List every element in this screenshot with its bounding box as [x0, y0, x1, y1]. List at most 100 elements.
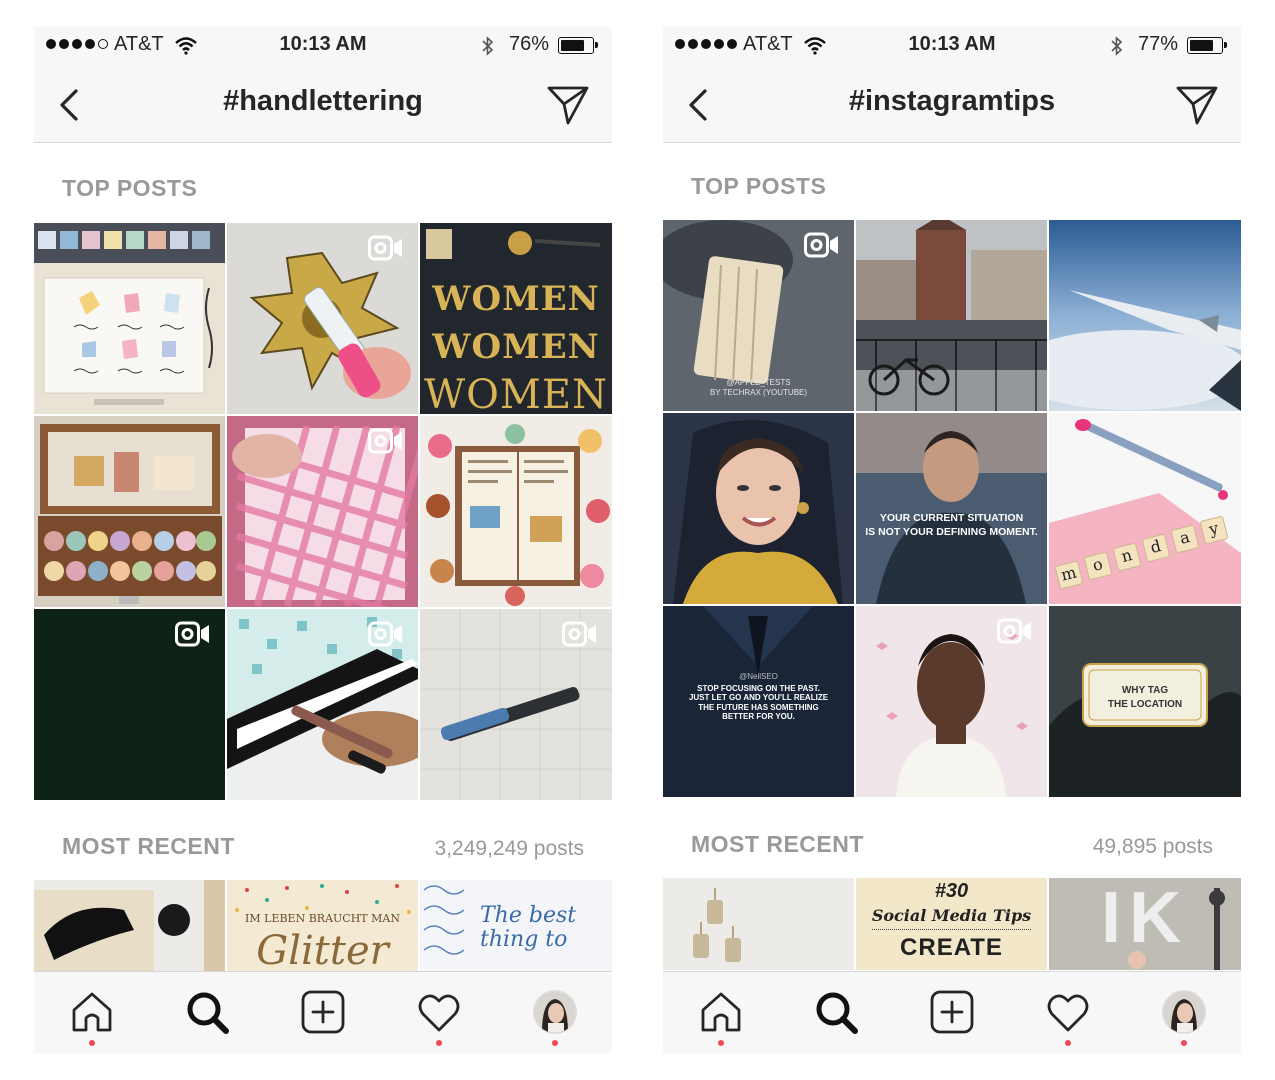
top-posts-label: TOP POSTS	[691, 173, 827, 199]
navigation-bar: #handlettering	[34, 67, 612, 143]
video-camera-icon	[175, 621, 209, 647]
post-text: STOP FOCUSING ON THE PAST.	[697, 683, 820, 693]
top-posts-grid: WOMEN WOMEN WOMEN	[34, 223, 612, 800]
battery-percent: 76%	[509, 33, 550, 55]
post-image	[663, 413, 854, 604]
phone-screen-handlettering: AT&T 10:13 AM 76% #handlettering TOP POS…	[34, 27, 612, 1053]
post-text: @APPLE_TESTS	[726, 378, 791, 387]
post-thumbnail[interactable]	[227, 609, 418, 800]
post-thumbnail[interactable]: The best thing to	[420, 880, 612, 972]
hashtag-title: #handlettering	[223, 85, 423, 117]
status-bar: AT&T 10:13 AM 76%	[34, 27, 612, 67]
post-thumbnail[interactable]: YOUR CURRENT SITUATION IS NOT YOUR DEFIN…	[856, 413, 1047, 604]
post-image	[663, 878, 854, 970]
home-icon	[701, 992, 741, 1032]
letter-block: d	[1141, 533, 1171, 563]
tab-activity[interactable]	[415, 988, 463, 1046]
notification-dot	[718, 1040, 724, 1046]
divider	[872, 929, 1031, 930]
post-thumbnail[interactable]	[856, 220, 1047, 411]
post-thumbnail[interactable]	[420, 416, 612, 607]
post-image	[34, 416, 225, 607]
post-text: IM LEBEN BRAUCHT MAN	[245, 912, 400, 925]
most-recent-grid: IM LEBEN BRAUCHT MAN Glitter The best th…	[34, 880, 612, 972]
avatar	[533, 990, 577, 1034]
letter-block: n	[1112, 542, 1142, 572]
post-thumbnail[interactable]	[34, 880, 225, 972]
tab-bar	[663, 971, 1241, 1053]
tab-search[interactable]	[812, 988, 860, 1036]
bluetooth-icon	[482, 36, 494, 56]
post-image	[1049, 220, 1241, 411]
post-image	[34, 880, 225, 972]
tab-bar	[34, 971, 612, 1053]
post-text: IK	[1101, 878, 1189, 958]
post-thumbnail[interactable]: WOMEN WOMEN WOMEN	[420, 223, 612, 414]
most-recent-label: MOST RECENT	[691, 831, 864, 857]
post-text: THE FUTURE HAS SOMETHING	[698, 702, 819, 712]
video-camera-icon	[368, 235, 402, 261]
tab-profile[interactable]	[531, 988, 579, 1046]
post-image	[856, 413, 1047, 604]
post-text: YOUR CURRENT SITUATION	[879, 512, 1024, 524]
post-thumbnail[interactable]	[663, 878, 854, 970]
post-count: 3,249,249 posts	[434, 837, 584, 860]
avatar	[1162, 990, 1206, 1034]
hashtag-title: #instagramtips	[848, 85, 1056, 117]
avatar-icon	[534, 991, 576, 1033]
post-thumbnail[interactable]: @APPLE_TESTS BY TECHRAX (YOUTUBE)	[663, 220, 854, 411]
post-thumbnail[interactable]: IK	[1049, 878, 1241, 970]
post-thumbnail[interactable]	[227, 223, 418, 414]
bluetooth-icon	[1111, 36, 1123, 56]
letter-block: a	[1170, 524, 1200, 554]
post-thumbnail[interactable]	[663, 413, 854, 604]
status-bar: AT&T 10:13 AM 77%	[663, 27, 1241, 67]
post-thumbnail[interactable]: WHY TAG THE LOCATION	[1049, 606, 1241, 797]
tab-add[interactable]	[928, 988, 976, 1036]
post-text: BETTER FOR YOU.	[722, 712, 795, 721]
tab-activity[interactable]	[1044, 988, 1092, 1046]
notification-dot	[1065, 1040, 1071, 1046]
notification-dot	[552, 1040, 558, 1046]
battery-icon	[558, 37, 598, 54]
post-thumbnail[interactable]	[420, 609, 612, 800]
post-text: IS NOT YOUR DEFINING MOMENT.	[865, 526, 1038, 538]
direct-send-icon[interactable]	[1175, 83, 1219, 127]
post-thumbnail[interactable]	[1049, 220, 1241, 411]
post-text: #30	[934, 880, 969, 902]
post-thumbnail[interactable]	[34, 223, 225, 414]
post-text: WHY TAG	[1121, 685, 1169, 696]
video-camera-icon	[804, 232, 838, 258]
post-image	[420, 416, 612, 607]
letter-block: m	[1054, 560, 1084, 590]
tab-home[interactable]	[68, 988, 116, 1046]
post-thumbnail[interactable]: IM LEBEN BRAUCHT MAN Glitter	[227, 880, 418, 972]
post-thumbnail[interactable]	[34, 416, 225, 607]
post-thumbnail[interactable]: #30 Social Media Tips CREATE	[856, 878, 1047, 970]
letter-block: o	[1083, 551, 1113, 581]
post-thumbnail[interactable]: @NeilSEO STOP FOCUSING ON THE PAST. JUST…	[663, 606, 854, 797]
post-thumbnail[interactable]: monday	[1049, 413, 1241, 604]
top-posts-label: TOP POSTS	[62, 175, 198, 201]
video-camera-icon	[997, 618, 1031, 644]
tab-home[interactable]	[697, 988, 745, 1046]
tab-profile[interactable]	[1160, 988, 1208, 1046]
post-text: THE LOCATION	[1107, 699, 1183, 710]
video-camera-icon	[368, 621, 402, 647]
post-text: WOMEN	[432, 327, 600, 367]
direct-send-icon[interactable]	[546, 83, 590, 127]
letter-block: y	[1199, 515, 1229, 545]
tab-search[interactable]	[183, 988, 231, 1036]
avatar-icon	[1163, 991, 1205, 1033]
post-thumbnail[interactable]	[856, 606, 1047, 797]
post-text: BY TECHRAX (YOUTUBE)	[709, 388, 808, 397]
tab-add[interactable]	[299, 988, 347, 1036]
add-icon	[301, 990, 345, 1034]
notification-dot	[89, 1040, 95, 1046]
post-thumbnail[interactable]	[227, 416, 418, 607]
battery-icon	[1187, 37, 1227, 54]
post-thumbnail[interactable]	[34, 609, 225, 800]
search-icon	[187, 992, 229, 1034]
navigation-bar: #instagramtips	[663, 67, 1241, 143]
post-text: Social Media Tips	[871, 906, 1032, 925]
